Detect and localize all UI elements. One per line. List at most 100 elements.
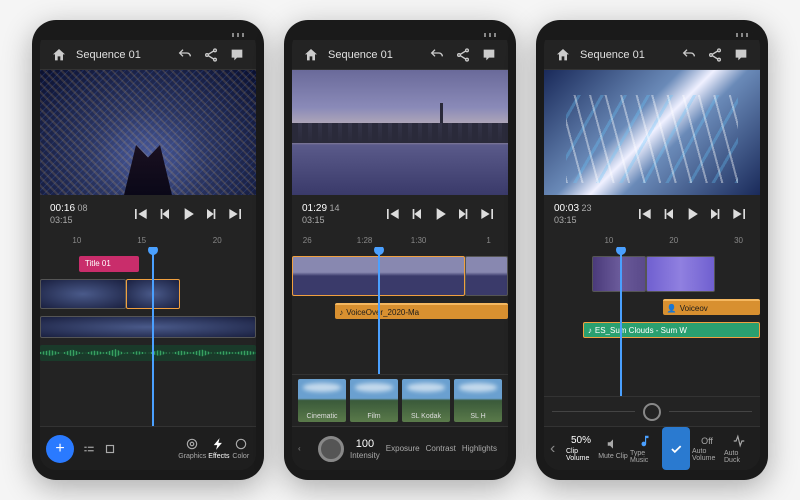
- home-icon[interactable]: [302, 46, 320, 64]
- comment-icon[interactable]: [732, 46, 750, 64]
- preset-sl-kodak[interactable]: SL Kodak: [402, 379, 450, 422]
- add-button[interactable]: +: [46, 435, 74, 463]
- intensity-param[interactable]: 100Intensity: [350, 438, 380, 460]
- timeline[interactable]: ♪VoiceOver_2020-Ma: [292, 247, 508, 374]
- timecode: 01:29 14 03:15: [302, 203, 340, 226]
- home-icon[interactable]: [554, 46, 572, 64]
- preset-sl-h[interactable]: SL H: [454, 379, 502, 422]
- edit-tool-icon[interactable]: [80, 427, 98, 470]
- video-preview[interactable]: [40, 70, 256, 195]
- undo-icon[interactable]: [680, 46, 698, 64]
- timeline[interactable]: Title 01: [40, 247, 256, 426]
- timecode: 00:16 08 03:15: [50, 203, 88, 226]
- audio-clip[interactable]: [40, 345, 256, 361]
- video-clip-3[interactable]: [40, 316, 256, 338]
- phone-mockup-2: Sequence 01 01:29 14 03:15 26 1:28 1:30 …: [284, 20, 516, 480]
- check-button[interactable]: [662, 427, 690, 470]
- skip-start-icon[interactable]: [382, 204, 402, 224]
- type-music-button[interactable]: Type Music: [630, 427, 660, 470]
- chevron-left-icon[interactable]: ‹: [550, 440, 564, 458]
- step-fwd-icon[interactable]: [202, 204, 222, 224]
- playhead[interactable]: [378, 247, 380, 374]
- share-icon[interactable]: [706, 46, 724, 64]
- play-icon[interactable]: [682, 204, 702, 224]
- phone-mockup-1: Sequence 01 00:16 08 03:15 10 15 20: [32, 20, 264, 480]
- step-back-icon[interactable]: [154, 204, 174, 224]
- status-bar: [40, 30, 256, 40]
- status-bar: [544, 30, 760, 40]
- graphics-button[interactable]: Graphics: [178, 427, 206, 470]
- timeline[interactable]: 👤Voiceov ♪ES_Sum Clouds - Sum W: [544, 247, 760, 396]
- video-clip-2[interactable]: [646, 256, 715, 292]
- mute-clip-button[interactable]: Mute Clip: [598, 427, 628, 470]
- video-clip-1[interactable]: [40, 279, 126, 309]
- time-ruler[interactable]: 26 1:28 1:30 1: [292, 233, 508, 247]
- mic-icon: 👤: [667, 304, 677, 313]
- chevron-left-icon[interactable]: ‹: [298, 444, 312, 453]
- time-ruler[interactable]: 10 15 20: [40, 233, 256, 247]
- skip-end-icon[interactable]: [226, 204, 246, 224]
- music-clip[interactable]: ♪ES_Sum Clouds - Sum W: [583, 322, 760, 338]
- skip-start-icon[interactable]: [130, 204, 150, 224]
- voiceover-clip[interactable]: ♪VoiceOver_2020-Ma: [335, 303, 508, 319]
- contrast-param[interactable]: Contrast: [426, 444, 456, 453]
- crop-tool-icon[interactable]: [100, 427, 118, 470]
- effects-button[interactable]: Effects: [208, 427, 229, 470]
- scrub-bar[interactable]: [544, 396, 760, 426]
- status-bar: [292, 30, 508, 40]
- phone-mockup-3: Sequence 01 00:03 23 03:15 10 20 30: [536, 20, 768, 480]
- highlights-param[interactable]: Highlights: [462, 444, 497, 453]
- skip-end-icon[interactable]: [478, 204, 498, 224]
- play-icon[interactable]: [178, 204, 198, 224]
- auto-volume-button[interactable]: OffAuto Volume: [692, 427, 722, 470]
- voiceover-clip[interactable]: 👤Voiceov: [663, 299, 760, 315]
- transport-bar: 01:29 14 03:15: [292, 195, 508, 233]
- intensity-knob[interactable]: [318, 436, 344, 462]
- preset-thumbnails: Cinematic Film SL Kodak SL H: [292, 374, 508, 426]
- sequence-title: Sequence 01: [76, 49, 141, 61]
- color-button[interactable]: Color: [232, 427, 250, 470]
- comment-icon[interactable]: [228, 46, 246, 64]
- step-fwd-icon[interactable]: [454, 204, 474, 224]
- title-clip[interactable]: Title 01: [79, 256, 139, 272]
- playhead[interactable]: [620, 247, 622, 396]
- undo-icon[interactable]: [176, 46, 194, 64]
- video-preview[interactable]: [292, 70, 508, 195]
- video-clip[interactable]: [465, 256, 508, 296]
- top-bar: Sequence 01: [40, 40, 256, 70]
- clip-volume-button[interactable]: 50%Clip Volume: [566, 427, 596, 470]
- skip-end-icon[interactable]: [730, 204, 750, 224]
- bottom-toolbar: ‹ 50%Clip Volume Mute Clip Type Music Of…: [544, 426, 760, 470]
- step-fwd-icon[interactable]: [706, 204, 726, 224]
- play-icon[interactable]: [430, 204, 450, 224]
- screen: Sequence 01 00:03 23 03:15 10 20 30: [544, 30, 760, 470]
- transport-bar: 00:16 08 03:15: [40, 195, 256, 233]
- home-icon[interactable]: [50, 46, 68, 64]
- share-icon[interactable]: [202, 46, 220, 64]
- scrub-handle[interactable]: [643, 403, 661, 421]
- step-back-icon[interactable]: [658, 204, 678, 224]
- skip-start-icon[interactable]: [634, 204, 654, 224]
- bottom-toolbar: + Graphics Effects Color: [40, 426, 256, 470]
- time-ruler[interactable]: 10 20 30: [544, 233, 760, 247]
- music-note-icon: ♪: [339, 308, 343, 317]
- top-bar: Sequence 01: [544, 40, 760, 70]
- comment-icon[interactable]: [480, 46, 498, 64]
- undo-icon[interactable]: [428, 46, 446, 64]
- share-icon[interactable]: [454, 46, 472, 64]
- preset-film[interactable]: Film: [350, 379, 398, 422]
- step-back-icon[interactable]: [406, 204, 426, 224]
- preset-cinematic[interactable]: Cinematic: [298, 379, 346, 422]
- timecode: 00:03 23 03:15: [554, 203, 592, 226]
- video-clip-1[interactable]: [592, 256, 646, 292]
- screen: Sequence 01 01:29 14 03:15 26 1:28 1:30 …: [292, 30, 508, 470]
- transport-bar: 00:03 23 03:15: [544, 195, 760, 233]
- video-preview[interactable]: [544, 70, 760, 195]
- exposure-param[interactable]: Exposure: [386, 444, 420, 453]
- sequence-title: Sequence 01: [328, 49, 393, 61]
- sequence-title: Sequence 01: [580, 49, 645, 61]
- playhead[interactable]: [152, 247, 154, 426]
- auto-duck-button[interactable]: Auto Duck: [724, 427, 754, 470]
- param-toolbar: ‹ 100Intensity Exposure Contrast Highlig…: [292, 426, 508, 470]
- music-note-icon: ♪: [588, 326, 592, 335]
